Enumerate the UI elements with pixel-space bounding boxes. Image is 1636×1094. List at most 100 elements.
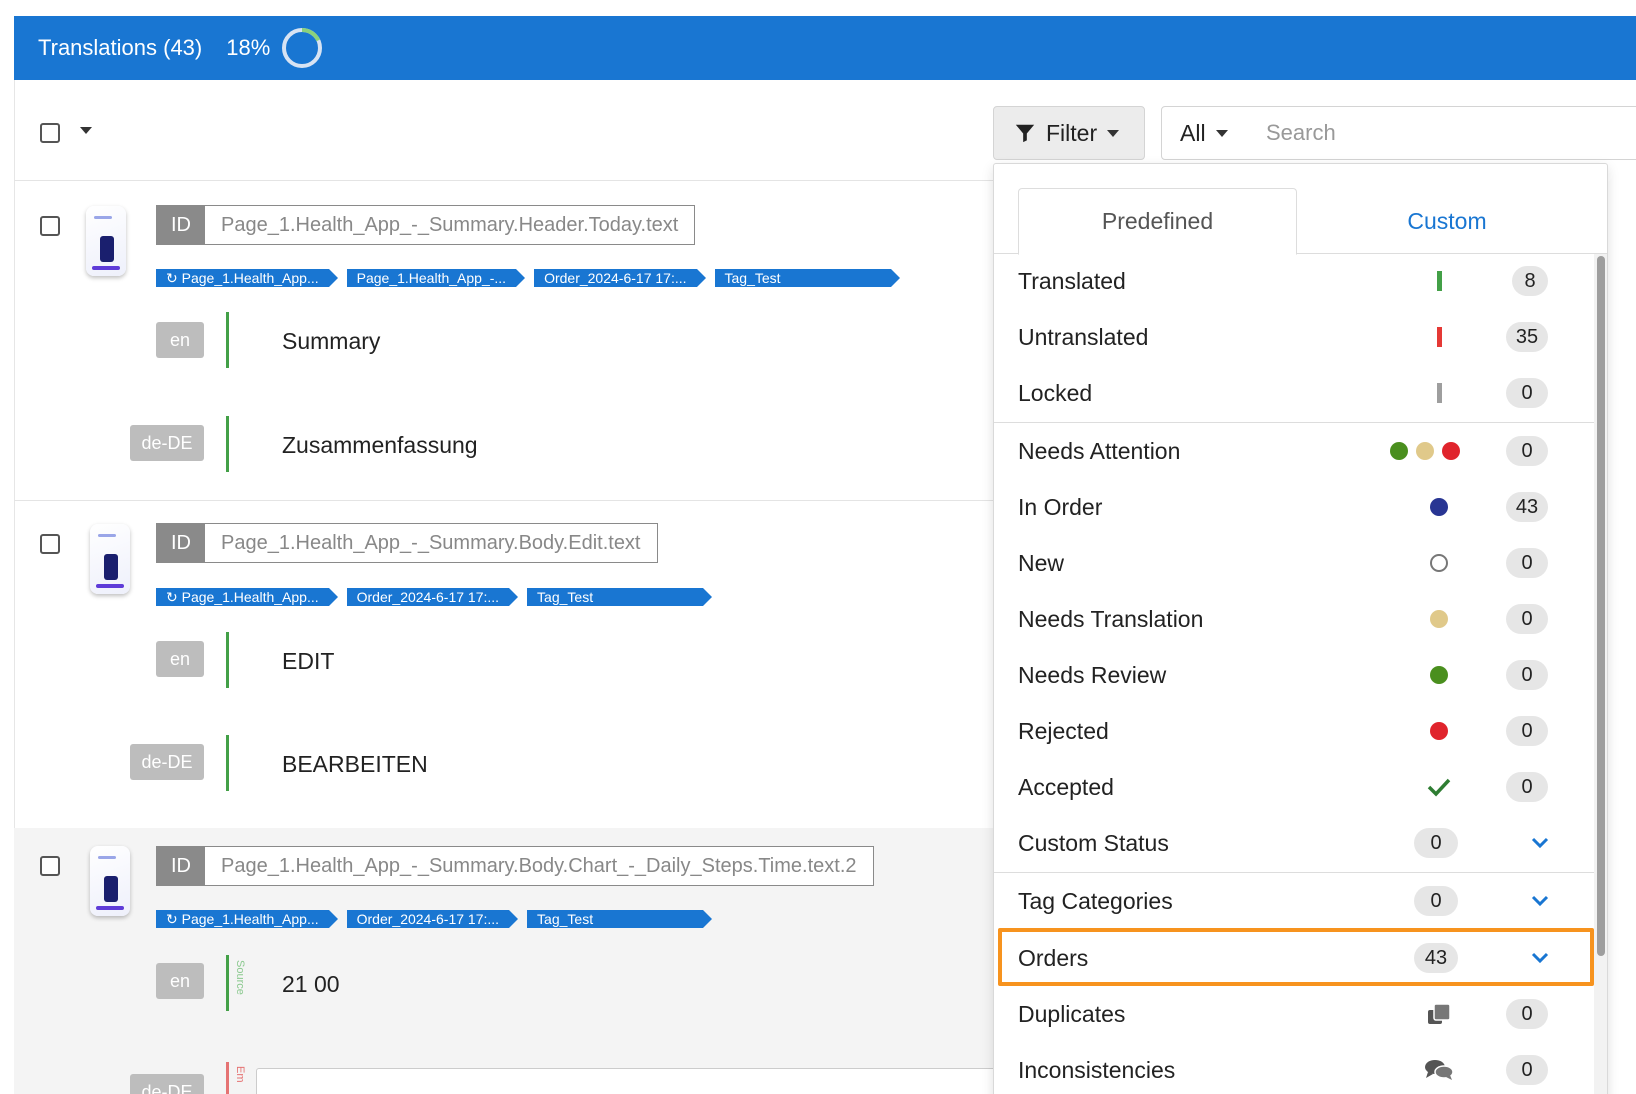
status-bar bbox=[226, 735, 229, 791]
filter-count: 0 bbox=[1506, 660, 1548, 690]
string-id: Page_1.Health_App_-_Summary.Body.Edit.te… bbox=[221, 531, 641, 554]
filter-untranslated[interactable]: Untranslated 35 bbox=[994, 309, 1594, 365]
filter-orders[interactable]: Orders 43 bbox=[994, 930, 1594, 986]
filter-rejected[interactable]: Rejected 0 bbox=[994, 703, 1594, 759]
filter-translated[interactable]: Translated 8 bbox=[994, 253, 1594, 309]
filter-label: In Order bbox=[1018, 493, 1103, 520]
filter-count: 0 bbox=[1506, 378, 1548, 408]
chevron-down-icon[interactable] bbox=[1528, 889, 1552, 913]
translated-indicator-icon bbox=[1424, 266, 1454, 296]
filter-count: 43 bbox=[1414, 943, 1458, 973]
filter-new[interactable]: New 0 bbox=[994, 535, 1594, 591]
tag-badge[interactable]: Order_2024-6-17 17:... bbox=[534, 269, 706, 287]
string-id: Page_1.Health_App_-_Summary.Body.Chart_-… bbox=[221, 854, 857, 877]
needs-translation-dot-icon bbox=[1424, 604, 1454, 634]
filter-label: Needs Review bbox=[1018, 661, 1167, 688]
tag-badge[interactable]: Tag_Test bbox=[527, 910, 713, 928]
tag-badge[interactable]: ↻ Page_1.Health_App... bbox=[156, 588, 338, 606]
tag-badge[interactable]: Page_1.Health_App_-... bbox=[346, 269, 526, 287]
filter-accepted[interactable]: Accepted 0 bbox=[994, 759, 1594, 815]
source-lang-badge: en bbox=[156, 963, 204, 999]
string-id-box: ID Page_1.Health_App_-_Summary.Body.Edit… bbox=[156, 523, 658, 563]
source-text[interactable]: 21 00 bbox=[282, 971, 340, 998]
filter-label: Needs Translation bbox=[1018, 605, 1204, 632]
id-label: ID bbox=[157, 206, 205, 244]
status-bar bbox=[226, 312, 229, 368]
select-options-caret-icon[interactable] bbox=[80, 127, 92, 134]
filter-button[interactable]: Filter bbox=[993, 106, 1145, 160]
new-ring-icon bbox=[1424, 548, 1454, 578]
source-lang-badge: en bbox=[156, 322, 204, 358]
checkmark-icon bbox=[1424, 772, 1454, 802]
filter-needs-review[interactable]: Needs Review 0 bbox=[994, 647, 1594, 703]
row-checkbox[interactable] bbox=[40, 534, 60, 554]
filter-count: 0 bbox=[1506, 1055, 1548, 1085]
header-title: Translations (43) bbox=[38, 35, 203, 60]
search-input[interactable] bbox=[1246, 106, 1636, 160]
screen-thumbnail[interactable] bbox=[90, 846, 130, 916]
target-lang-badge: de-DE bbox=[130, 425, 204, 461]
chevron-down-icon[interactable] bbox=[1528, 831, 1552, 855]
select-all-checkbox[interactable] bbox=[40, 123, 60, 143]
needs-attention-dots-icon bbox=[1390, 436, 1460, 466]
untranslated-indicator-icon bbox=[1424, 322, 1454, 352]
filter-label: Translated bbox=[1018, 267, 1126, 294]
scrollbar-thumb[interactable] bbox=[1597, 256, 1605, 956]
divider bbox=[14, 500, 994, 501]
row-checkbox[interactable] bbox=[40, 216, 60, 236]
target-lang-badge: de-DE bbox=[130, 1074, 204, 1094]
filter-duplicates[interactable]: Duplicates 0 bbox=[994, 986, 1594, 1042]
row-checkbox[interactable] bbox=[40, 856, 60, 876]
tag-badge[interactable]: ↻ Page_1.Health_App... bbox=[156, 269, 338, 287]
translations-page: Translations (43) 18% Filter All ID Page… bbox=[0, 0, 1636, 1094]
tag-list: ↻ Page_1.Health_App... Page_1.Health_App… bbox=[156, 269, 909, 287]
target-text[interactable]: BEARBEITEN bbox=[282, 751, 428, 778]
tag-badge[interactable]: Tag_Test bbox=[714, 269, 900, 287]
filter-locked[interactable]: Locked 0 bbox=[994, 365, 1594, 421]
tag-badge[interactable]: ↻ Page_1.Health_App... bbox=[156, 910, 338, 928]
target-text-input[interactable] bbox=[256, 1068, 996, 1094]
filter-label: Untranslated bbox=[1018, 323, 1149, 350]
string-id-box: ID Page_1.Health_App_-_Summary.Body.Char… bbox=[156, 846, 874, 886]
filter-needs-attention[interactable]: Needs Attention 0 bbox=[994, 423, 1594, 479]
filter-caret-icon bbox=[1107, 129, 1120, 137]
filter-label: Duplicates bbox=[1018, 1000, 1126, 1027]
filter-needs-translation[interactable]: Needs Translation 0 bbox=[994, 591, 1594, 647]
source-text[interactable]: Summary bbox=[282, 328, 380, 355]
filter-count: 43 bbox=[1506, 492, 1548, 522]
filter-label: Inconsistencies bbox=[1018, 1056, 1176, 1083]
filter-label: Custom Status bbox=[1018, 829, 1169, 856]
status-bar bbox=[226, 632, 229, 688]
filter-count: 0 bbox=[1506, 436, 1548, 466]
scope-label: All bbox=[1180, 119, 1206, 146]
filter-count: 8 bbox=[1512, 266, 1548, 296]
filter-label: Rejected bbox=[1018, 717, 1109, 744]
tag-list: ↻ Page_1.Health_App... Order_2024-6-17 1… bbox=[156, 588, 721, 606]
filter-in-order[interactable]: In Order 43 bbox=[994, 479, 1594, 535]
target-text[interactable]: Zusammenfassung bbox=[282, 432, 478, 459]
tag-badge[interactable]: Order_2024-6-17 17:... bbox=[346, 910, 519, 928]
filter-count: 0 bbox=[1506, 548, 1548, 578]
tab-predefined[interactable]: Predefined bbox=[1018, 188, 1297, 255]
screen-thumbnail[interactable] bbox=[86, 206, 126, 276]
filter-count: 0 bbox=[1414, 886, 1458, 916]
id-label: ID bbox=[157, 524, 205, 562]
chevron-down-icon[interactable] bbox=[1528, 946, 1552, 970]
tab-custom[interactable]: Custom bbox=[1297, 188, 1597, 254]
filter-inconsistencies[interactable]: Inconsistencies 0 bbox=[994, 1042, 1594, 1094]
tag-badge[interactable]: Tag_Test bbox=[527, 588, 713, 606]
scope-dropdown[interactable]: All bbox=[1161, 106, 1247, 160]
tag-badge[interactable]: Order_2024-6-17 17:... bbox=[346, 588, 519, 606]
filter-tabs: Predefined Custom bbox=[994, 164, 1607, 255]
source-text[interactable]: EDIT bbox=[282, 648, 334, 675]
string-id-box: ID Page_1.Health_App_-_Summary.Header.To… bbox=[156, 205, 696, 245]
screen-thumbnail[interactable] bbox=[90, 524, 130, 594]
filter-count: 0 bbox=[1506, 772, 1548, 802]
rejected-dot-icon bbox=[1424, 716, 1454, 746]
filter-count: 0 bbox=[1506, 999, 1548, 1029]
filter-custom-status[interactable]: Custom Status 0 bbox=[994, 815, 1594, 871]
filter-label: Locked bbox=[1018, 379, 1093, 406]
filter-count: 35 bbox=[1506, 322, 1548, 352]
filter-count: 0 bbox=[1506, 604, 1548, 634]
filter-tag-categories[interactable]: Tag Categories 0 bbox=[994, 873, 1594, 929]
